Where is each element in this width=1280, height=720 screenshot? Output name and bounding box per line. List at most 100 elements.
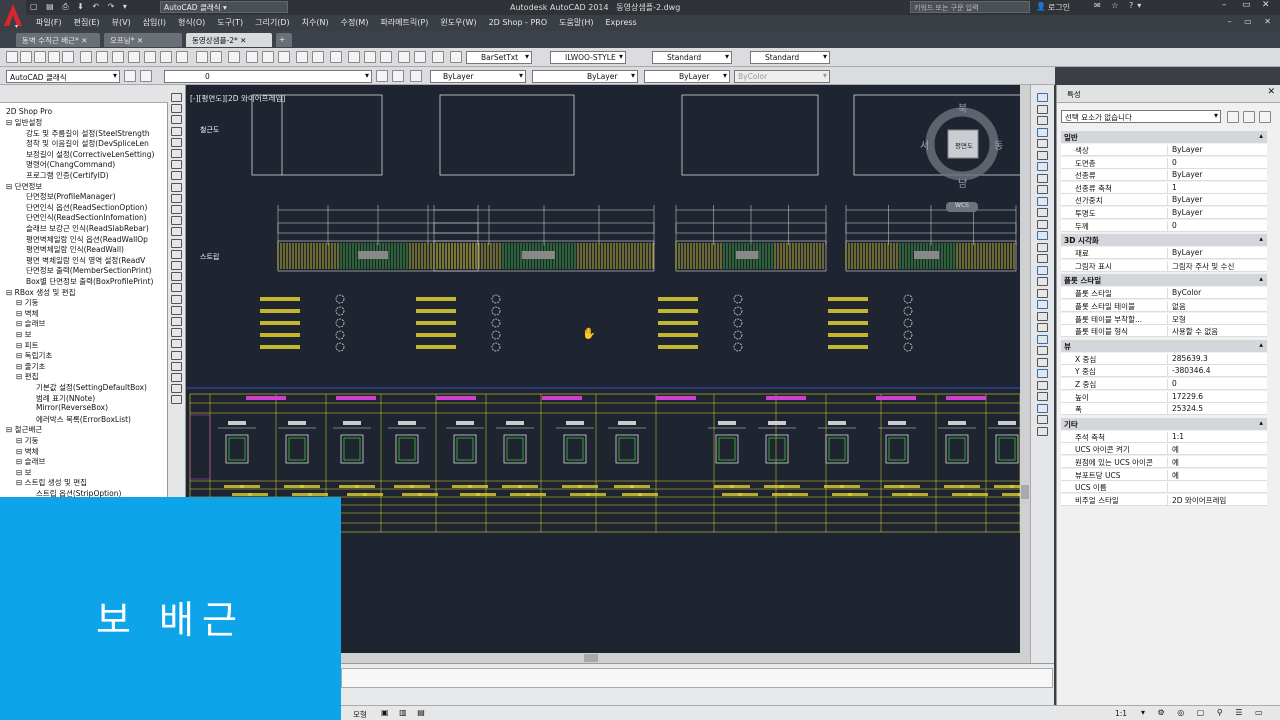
draw-tool-icon[interactable] [171,93,182,102]
tree-expander-icon[interactable]: ⊟ [6,425,15,434]
toolbar-icon[interactable] [380,51,392,63]
tree-item[interactable]: ⊟ 독립기초 [16,350,52,361]
layer-manager-icon[interactable] [140,70,152,82]
modify-tool-icon[interactable] [1037,346,1048,355]
tree-item[interactable]: Mirror(ReverseBox) [36,403,108,412]
draw-tool-icon[interactable] [171,137,182,147]
draw-tool-icon[interactable] [171,328,182,338]
color-dropdown[interactable]: ByLayer [430,70,526,83]
modify-tool-icon[interactable] [1037,392,1048,401]
tree-item[interactable]: Box별 단면정보 출력(BoxProfilePrint) [26,276,153,287]
property-row[interactable]: 선가중치 ByLayer [1061,194,1267,207]
draw-tool-icon[interactable] [171,249,182,259]
toolbar-icon[interactable] [96,51,108,63]
property-value[interactable] [1167,482,1267,493]
draw-tool-icon[interactable] [171,261,182,270]
property-value[interactable]: -380346.4 [1167,366,1267,377]
toolbar-icon[interactable] [160,51,172,63]
tree-expander-icon[interactable]: ⊟ [16,341,25,350]
property-value[interactable]: 17229.6 [1167,391,1267,402]
property-value[interactable]: 2D 와이어프레임 [1167,494,1267,505]
tree-expander-icon[interactable]: ⊟ [16,298,25,307]
vertical-scroll-thumb[interactable] [1021,485,1029,499]
tree-expander-icon[interactable]: ⊟ [16,362,25,371]
draw-tool-icon[interactable] [171,294,182,304]
tree-expander-icon[interactable]: ⊟ [16,372,25,381]
tree-expander-icon[interactable]: ⊟ [16,468,25,477]
viewcube-north[interactable]: 북 [958,100,967,115]
pickadd-icon[interactable] [1227,111,1239,123]
property-row[interactable]: UCS 아이콘 켜기 예 [1061,443,1267,456]
property-group-header[interactable]: 뷰 [1061,339,1267,352]
toolbar-icon[interactable] [296,51,308,63]
command-input[interactable] [341,668,1053,688]
select-objects-icon[interactable] [1243,111,1255,123]
property-row[interactable]: X 중심 285639.3 [1061,352,1267,365]
property-group-header[interactable]: 기타 [1061,417,1267,430]
menu-item[interactable]: 2D Shop - PRO [483,16,554,27]
tree-expander-icon[interactable]: ⊟ [6,182,15,191]
workspace-quick-dropdown[interactable]: AutoCAD 클래식 ▾ [160,1,288,13]
draw-tool-icon[interactable] [171,317,182,326]
property-value[interactable]: ByLayer [1167,208,1267,218]
tree-item[interactable]: ⊟ 편집 [16,371,38,382]
property-group-header[interactable]: 3D 시각화 [1061,234,1267,247]
layer-dropdown[interactable]: 0 [164,70,372,83]
window-controls[interactable]: – ▭ ✕ [1216,0,1280,14]
tree-item[interactable]: ⊟ 일반설정 [6,117,42,128]
property-row[interactable]: 도면층 0 [1061,156,1267,169]
toolbar-icon[interactable] [262,51,274,63]
property-value[interactable]: 0 [1167,379,1267,389]
toolbar-icon[interactable] [62,51,74,63]
toolbar-icon[interactable] [414,51,426,63]
document-window-controls[interactable]: – ▭ ✕ [1228,17,1276,26]
tree-item[interactable]: ⊟ 기둥 [16,297,38,308]
search-input[interactable]: 키워드 또는 구문 입력 [910,1,1030,13]
property-value[interactable]: 285639.3 [1167,353,1267,364]
viewcube-west[interactable]: 서 [920,137,929,152]
linetype-dropdown[interactable]: ByLayer [532,70,638,83]
modify-tool-icon[interactable] [1037,357,1048,367]
multileader-style-dropdown[interactable]: Standard [750,51,830,64]
property-row[interactable]: 뷰포트당 UCS 예 [1061,468,1267,481]
tree-expander-icon[interactable]: ⊟ [16,436,25,445]
property-value[interactable]: 1 [1167,182,1267,193]
property-value[interactable]: ByColor [1167,288,1267,299]
toolbar-icon[interactable] [348,51,360,63]
tree-item[interactable]: ⊟ 피트 [16,340,38,351]
modify-tool-icon[interactable] [1037,104,1048,114]
tree-item[interactable]: ⊟ 벽체 [16,308,38,319]
draw-tool-icon[interactable] [171,115,182,125]
tree-expander-icon[interactable]: ⊟ [16,319,25,328]
menu-item[interactable]: 편집(E) [68,15,106,28]
menu-item[interactable]: 윈도우(W) [434,15,482,28]
close-icon[interactable]: ✕ [1267,87,1275,97]
menu-item[interactable]: 치수(N) [296,15,335,28]
property-value[interactable]: 사용할 수 없음 [1167,326,1267,337]
tree-item[interactable]: 단면정보 출력(MemberSectionPrint) [26,265,152,276]
toolbar-icon[interactable] [432,51,444,63]
tree-item[interactable]: 에러박스 목록(ErrorBoxList) [36,414,131,425]
property-value[interactable]: ByLayer [1167,145,1267,155]
property-value[interactable]: 그림자 주사 및 수신 [1167,260,1267,271]
modify-tool-icon[interactable] [1037,311,1048,321]
tree-expander-icon[interactable]: ⊟ [16,309,25,318]
modify-tool-icon[interactable] [1037,116,1048,125]
tab-video-sample[interactable]: 동영상샘플-2* ✕ [186,33,272,47]
draw-tool-icon[interactable] [171,272,182,282]
layer-previous-icon[interactable] [392,70,404,82]
status-tray-icons[interactable]: ▾ ⚙ ◎ ▢ ⚲ ☰ ▭ [1141,708,1268,717]
layer-state-icon[interactable] [410,70,422,82]
modify-tool-icon[interactable] [1037,219,1048,229]
property-value[interactable]: 예 [1167,457,1267,467]
property-value[interactable]: 예 [1167,469,1267,480]
modify-tool-icon[interactable] [1037,93,1048,102]
tree-item[interactable]: 평면 벽체일람 인식 영역 설정(ReadV [26,255,145,266]
tree-item[interactable]: 프로그램 인증(CertifyID) [26,170,109,181]
login-link[interactable]: 로그인 [1048,2,1070,13]
workspace-dropdown[interactable]: AutoCAD 클래식 [6,70,120,83]
plotstyle-dropdown[interactable]: ByColor [734,70,830,83]
toolbar-icon[interactable] [278,51,290,63]
draw-tool-icon[interactable] [171,216,182,226]
modify-tool-icon[interactable] [1037,231,1048,240]
